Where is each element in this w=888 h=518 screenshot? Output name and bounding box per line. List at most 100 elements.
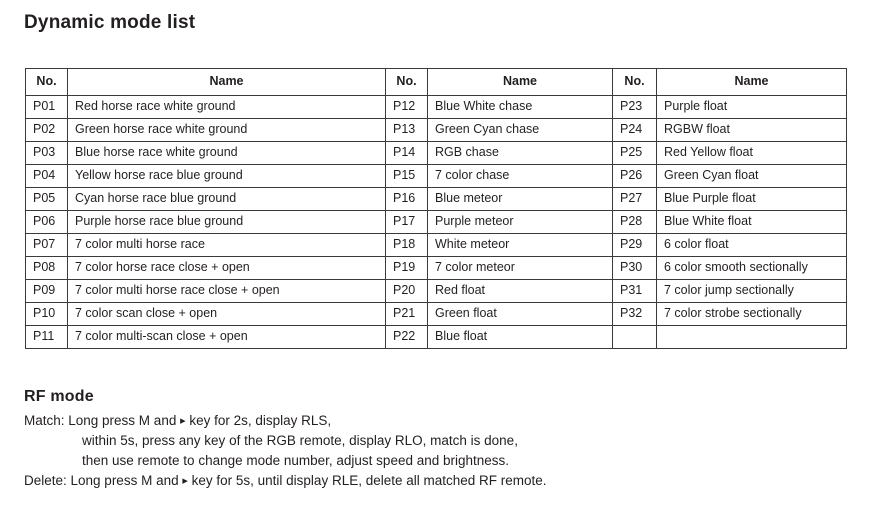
mode-name-cell: 7 color chase: [427, 164, 613, 188]
mode-number-cell: P15: [385, 164, 428, 188]
mode-number-cell: P22: [385, 325, 428, 349]
table-body: P01 Red horse race white ground P12 Blue Wh…: [25, 95, 847, 349]
mode-number-cell: P02: [25, 118, 68, 142]
mode-number-cell: P17: [385, 210, 428, 234]
mode-number-cell: P31: [612, 279, 657, 303]
mode-name-cell: Blue horse race white ground: [67, 141, 386, 165]
mode-name-cell: Blue White float: [656, 210, 847, 234]
table-row: P05 Cyan horse race blue ground P16 Blue me…: [25, 187, 847, 211]
table-row: P08 7 color horse race close + open P19 7 c…: [25, 256, 847, 280]
mode-number-cell: P20: [385, 279, 428, 303]
rf-mode-heading: RF mode: [24, 388, 94, 405]
column-header-name-1: Name: [67, 68, 386, 96]
mode-name-cell: Purple float: [656, 95, 847, 119]
mode-name-cell: 7 color horse race close + open: [67, 256, 386, 280]
mode-number-cell: P06: [25, 210, 68, 234]
mode-number-cell: P29: [612, 233, 657, 257]
mode-number-cell: P12: [385, 95, 428, 119]
table-header: No. Name No. Name No. Name: [25, 68, 847, 96]
rf-line-text: then use remote to change mode number, a…: [82, 453, 510, 468]
mode-name-cell: Blue float: [427, 325, 613, 349]
column-header-no-1: No.: [25, 68, 68, 96]
rf-mode-section: RF mode Match: Long press M and ▸ key fo…: [24, 388, 864, 491]
table-row: P03 Blue horse race white ground P14 RGB ch…: [25, 141, 847, 165]
column-header-name-2: Name: [427, 68, 613, 96]
rf-mode-instruction-line: then use remote to change mode number, a…: [24, 451, 864, 471]
mode-number-cell: P14: [385, 141, 428, 165]
mode-number-cell: P25: [612, 141, 657, 165]
mode-number-cell: P16: [385, 187, 428, 211]
mode-name-cell: 7 color multi horse race close + open: [67, 279, 386, 303]
table-row: P09 7 color multi horse race close + open…: [25, 279, 847, 303]
mode-name-cell: Blue Purple float: [656, 187, 847, 211]
table-row: P11 7 color multi-scan close + open P22 Blu…: [25, 325, 847, 349]
mode-number-cell: P04: [25, 164, 68, 188]
rf-line-text: within 5s, press any key of the RGB remo…: [82, 433, 518, 448]
empty-cell: [612, 325, 657, 349]
mode-number-cell: P01: [25, 95, 68, 119]
rf-line-text: Match: Long press M and: [24, 413, 181, 428]
mode-number-cell: P32: [612, 302, 657, 326]
mode-name-cell: Green float: [427, 302, 613, 326]
mode-number-cell: P11: [25, 325, 68, 349]
mode-name-cell: Red float: [427, 279, 613, 303]
mode-number-cell: P19: [385, 256, 428, 280]
rf-line-text: Delete: Long press M and: [24, 473, 183, 488]
mode-name-cell: RGBW float: [656, 118, 847, 142]
mode-name-cell: 7 color jump sectionally: [656, 279, 847, 303]
table-row: P01 Red horse race white ground P12 Blue Wh…: [25, 95, 847, 119]
mode-number-cell: P07: [25, 233, 68, 257]
table-header-row: No. Name No. Name No. Name: [25, 68, 847, 96]
table-row: P07 7 color multi horse race P18 White mete…: [25, 233, 847, 257]
mode-name-cell: Blue White chase: [427, 95, 613, 119]
dynamic-mode-table: No. Name No. Name No. Name P01 Red horse …: [25, 68, 847, 349]
mode-name-cell: Red Yellow float: [656, 141, 847, 165]
mode-name-cell: Green Cyan float: [656, 164, 847, 188]
mode-number-cell: P05: [25, 187, 68, 211]
mode-name-cell: White meteor: [427, 233, 613, 257]
mode-name-cell: RGB chase: [427, 141, 613, 165]
mode-number-cell: P28: [612, 210, 657, 234]
mode-name-cell: Cyan horse race blue ground: [67, 187, 386, 211]
mode-number-cell: P23: [612, 95, 657, 119]
mode-name-cell: Purple horse race blue ground: [67, 210, 386, 234]
rf-mode-instruction-line: within 5s, press any key of the RGB remo…: [24, 431, 864, 451]
mode-name-cell: Purple meteor: [427, 210, 613, 234]
mode-name-cell: 7 color multi horse race: [67, 233, 386, 257]
mode-name-cell: 6 color float: [656, 233, 847, 257]
column-header-name-3: Name: [656, 68, 847, 96]
column-header-no-3: No.: [612, 68, 657, 96]
mode-name-cell: Blue meteor: [427, 187, 613, 211]
mode-number-cell: P24: [612, 118, 657, 142]
page-title: Dynamic mode list: [24, 12, 196, 33]
dynamic-mode-table-container: No. Name No. Name No. Name P01 Red horse …: [25, 68, 847, 349]
mode-name-cell: 7 color strobe sectionally: [656, 302, 847, 326]
mode-name-cell: 7 color multi-scan close + open: [67, 325, 386, 349]
mode-number-cell: P18: [385, 233, 428, 257]
rf-mode-instruction-line: Match: Long press M and ▸ key for 2s, di…: [24, 411, 864, 431]
table-row: P10 7 color scan close + open P21 Green flo…: [25, 302, 847, 326]
mode-number-cell: P30: [612, 256, 657, 280]
rf-line-text: key for 5s, until display RLE, delete al…: [187, 473, 547, 488]
rf-mode-instruction-line: Delete: Long press M and ▸ key for 5s, u…: [24, 471, 864, 491]
mode-name-cell: Yellow horse race blue ground: [67, 164, 386, 188]
mode-name-cell: 7 color scan close + open: [67, 302, 386, 326]
mode-name-cell: Green horse race white ground: [67, 118, 386, 142]
rf-mode-instruction-list: Match: Long press M and ▸ key for 2s, di…: [24, 411, 864, 491]
mode-name-cell: Red horse race white ground: [67, 95, 386, 119]
table-row: P02 Green horse race white ground P13 Green…: [25, 118, 847, 142]
rf-line-text: key for 2s, display RLS,: [185, 413, 332, 428]
mode-number-cell: P10: [25, 302, 68, 326]
mode-number-cell: P09: [25, 279, 68, 303]
mode-number-cell: P03: [25, 141, 68, 165]
mode-name-cell: Green Cyan chase: [427, 118, 613, 142]
mode-number-cell: P13: [385, 118, 428, 142]
empty-cell: [656, 325, 847, 349]
mode-number-cell: P26: [612, 164, 657, 188]
mode-name-cell: 6 color smooth sectionally: [656, 256, 847, 280]
table-row: P04 Yellow horse race blue ground P15 7 col…: [25, 164, 847, 188]
mode-number-cell: P08: [25, 256, 68, 280]
mode-number-cell: P21: [385, 302, 428, 326]
mode-number-cell: P27: [612, 187, 657, 211]
table-row: P06 Purple horse race blue ground P17 Purpl…: [25, 210, 847, 234]
